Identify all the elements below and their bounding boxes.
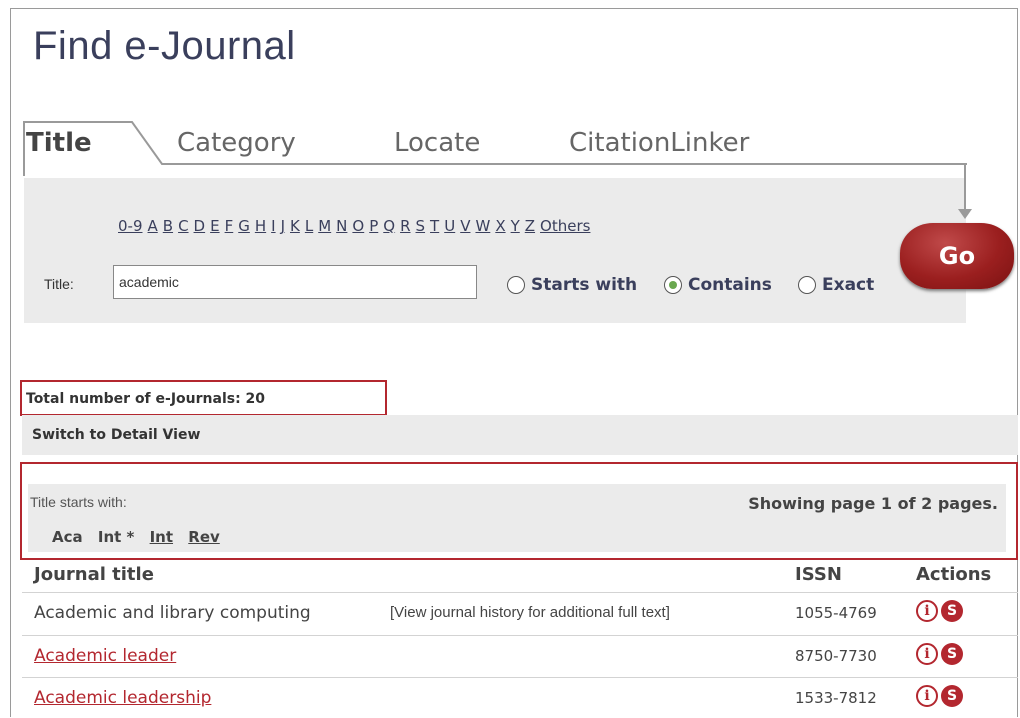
alpha-link[interactable]: Q <box>383 217 395 235</box>
row-actions: iS <box>916 600 963 622</box>
page-title: Find e-Journal <box>33 24 296 68</box>
alpha-link[interactable]: H <box>255 217 266 235</box>
highlight-box <box>20 462 1018 560</box>
alpha-link[interactable]: S <box>416 217 426 235</box>
radio-icon <box>798 276 816 294</box>
info-icon[interactable]: i <box>916 685 938 707</box>
journal-title-link[interactable]: Academic leader <box>34 646 176 666</box>
tab-underline <box>162 163 967 165</box>
alpha-link[interactable]: D <box>194 217 206 235</box>
radio-selected-icon <box>664 276 682 294</box>
alpha-index: 0-9 A B C D E F G H I J K L M N O P Q R S T U V W X Y Z Others <box>118 217 595 235</box>
tab-category[interactable]: Category <box>177 128 296 158</box>
tab-title[interactable]: Title <box>26 128 92 158</box>
arrow-down-icon <box>958 164 972 219</box>
journal-history-link[interactable]: [View journal history for additional ful… <box>390 604 670 621</box>
title-search-input[interactable] <box>113 265 477 299</box>
alpha-link[interactable]: J <box>281 217 285 235</box>
column-header-issn: ISSN <box>795 564 842 585</box>
radio-label: Contains <box>688 275 772 295</box>
alpha-link[interactable]: I <box>271 217 275 235</box>
column-header-title: Journal title <box>34 564 154 585</box>
radio-label: Exact <box>822 275 875 295</box>
search-panel <box>24 178 966 323</box>
sfx-link-icon[interactable]: S <box>941 600 963 622</box>
go-button[interactable]: Go <box>900 223 1014 289</box>
alpha-link[interactable]: A <box>148 217 158 235</box>
tab-citationlinker[interactable]: CitationLinker <box>569 128 749 158</box>
alpha-link[interactable]: K <box>290 217 300 235</box>
row-actions: iS <box>916 685 963 707</box>
issn-value: 8750-7730 <box>795 647 877 665</box>
alpha-link[interactable]: U <box>444 217 455 235</box>
alpha-link[interactable]: R <box>400 217 410 235</box>
alpha-link[interactable]: G <box>238 217 250 235</box>
sfx-link-icon[interactable]: S <box>941 643 963 665</box>
alpha-link[interactable]: Y <box>511 217 520 235</box>
journal-title: Academic and library computing <box>34 603 311 623</box>
info-icon[interactable]: i <box>916 643 938 665</box>
alpha-link[interactable]: O <box>352 217 364 235</box>
radio-icon <box>507 276 525 294</box>
alpha-link[interactable]: W <box>475 217 490 235</box>
alpha-link[interactable]: B <box>163 217 173 235</box>
radio-exact[interactable]: Exact <box>798 275 874 295</box>
alpha-link[interactable]: E <box>210 217 219 235</box>
issn-value: 1055-4769 <box>795 604 877 622</box>
info-icon[interactable]: i <box>916 600 938 622</box>
radio-label: Starts with <box>531 275 638 295</box>
alpha-link[interactable]: F <box>225 217 234 235</box>
alpha-link[interactable]: P <box>369 217 378 235</box>
alpha-link[interactable]: V <box>460 217 470 235</box>
radio-starts-with[interactable]: Starts with <box>507 275 637 295</box>
column-header-actions: Actions <box>916 564 992 585</box>
table-row: Academic and library computing [View jour… <box>22 592 1018 633</box>
alpha-link[interactable]: Others <box>540 217 590 235</box>
alpha-link[interactable]: 0-9 <box>118 217 143 235</box>
table-row: Academic leader 8750-7730 i S <box>22 635 1018 676</box>
alpha-link[interactable]: T <box>430 217 439 235</box>
title-label: Title: <box>44 276 74 292</box>
table-row: Academic leadership 1533-7812 i S <box>22 677 1018 718</box>
row-actions: iS <box>916 643 963 665</box>
sfx-link-icon[interactable]: S <box>941 685 963 707</box>
issn-value: 1533-7812 <box>795 689 877 707</box>
highlight-box <box>20 380 387 416</box>
alpha-link[interactable]: Z <box>525 217 535 235</box>
alpha-link[interactable]: N <box>336 217 347 235</box>
switch-detail-view-link[interactable]: Switch to Detail View <box>32 427 200 443</box>
alpha-link[interactable]: X <box>495 217 505 235</box>
alpha-link[interactable]: C <box>178 217 188 235</box>
alpha-link[interactable]: L <box>305 217 313 235</box>
radio-contains[interactable]: Contains <box>664 275 772 295</box>
journal-title-link[interactable]: Academic leadership <box>34 688 211 708</box>
tab-locate[interactable]: Locate <box>394 128 480 158</box>
alpha-link[interactable]: M <box>318 217 331 235</box>
